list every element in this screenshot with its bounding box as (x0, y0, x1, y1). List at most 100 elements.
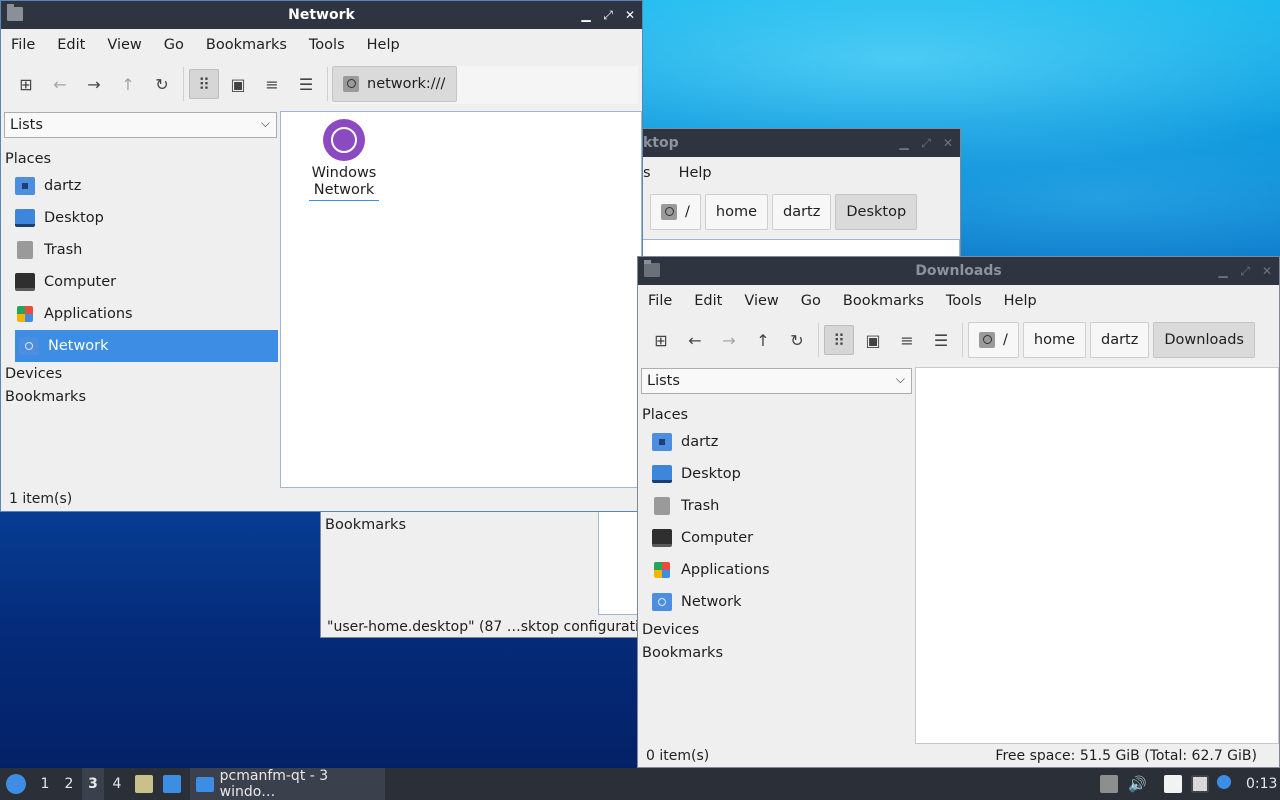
bookmarks-section[interactable]: Bookmarks (638, 641, 915, 664)
up-button[interactable]: ↑ (113, 69, 143, 99)
menu-go[interactable]: Go (801, 293, 821, 309)
menu-view[interactable]: View (107, 37, 141, 53)
file-view[interactable]: Windows Network (280, 111, 642, 488)
close-icon[interactable]: ✕ (942, 137, 954, 149)
place-desktop[interactable]: Desktop (638, 458, 915, 490)
place-computer[interactable]: Computer (638, 522, 915, 554)
menu-bookmarks[interactable]: Bookmarks (206, 37, 287, 53)
place-applications[interactable]: Applications (1, 298, 278, 330)
minimize-icon[interactable]: ▁ (1217, 265, 1229, 277)
devices-section[interactable]: Devices (638, 618, 915, 641)
new-tab-button[interactable]: ⊞ (646, 325, 676, 355)
place-network[interactable]: Network (638, 586, 915, 618)
crumb-root[interactable]: / (650, 194, 701, 230)
maximize-icon[interactable]: ⤢ (602, 9, 614, 21)
network-status-icon[interactable] (1191, 775, 1209, 793)
downloads-window[interactable]: Downloads ▁ ⤢ ✕ File Edit View Go Bookma… (637, 256, 1280, 768)
icon-view-button[interactable]: ⠿ (189, 69, 219, 99)
bookmarks-section[interactable]: Bookmarks (1, 385, 278, 408)
notification-icon[interactable] (1217, 775, 1231, 789)
downloads-window-titlebar[interactable]: Downloads ▁ ⤢ ✕ (638, 257, 1279, 285)
folder-icon (7, 4, 23, 21)
home-folder-icon (15, 177, 35, 195)
menu-tools[interactable]: Tools (309, 37, 345, 53)
reload-button[interactable]: ↻ (147, 69, 177, 99)
thumbnail-view-button[interactable]: ▣ (223, 69, 253, 99)
workspace-1[interactable]: 1 (34, 768, 56, 800)
close-icon[interactable]: ✕ (624, 9, 636, 21)
forward-button[interactable]: → (79, 69, 109, 99)
reload-button[interactable]: ↻ (782, 325, 812, 355)
menubar: File Edit View Go Bookmarks Tools Help (638, 285, 1279, 317)
menu-edit[interactable]: Edit (694, 293, 722, 309)
toolbar: ⊞ ← → ↑ ↻ ⠿ ▣ ≡ ☰ network:/// (1, 61, 642, 107)
new-tab-button[interactable]: ⊞ (11, 69, 41, 99)
task-button-pcmanfm[interactable]: pcmanfm-qt - 3 windo… (190, 768, 385, 800)
crumb-home[interactable]: home (704, 194, 768, 230)
menu-tools[interactable]: Tools (946, 293, 982, 309)
file-manager-launcher-icon[interactable] (135, 775, 153, 793)
place-network[interactable]: Network (15, 330, 278, 362)
network-window[interactable]: Network ▁ ⤢ ✕ File Edit View Go Bookmark… (0, 0, 643, 512)
show-desktop-icon[interactable] (163, 775, 181, 793)
place-computer[interactable]: Computer (1, 266, 278, 298)
main-menu-button[interactable] (4, 768, 28, 800)
thumbnail-view-button[interactable]: ▣ (858, 325, 888, 355)
file-item-windows-network[interactable]: Windows Network (309, 119, 379, 201)
place-dartz[interactable]: dartz (638, 426, 915, 458)
place-trash[interactable]: Trash (1, 234, 278, 266)
workspace-2[interactable]: 2 (58, 768, 80, 800)
back-button[interactable]: ← (680, 325, 710, 355)
menu-edit[interactable]: Edit (57, 37, 85, 53)
close-icon[interactable]: ✕ (1261, 265, 1273, 277)
menu-help[interactable]: Help (1004, 293, 1037, 309)
places-section[interactable]: Places (638, 403, 915, 426)
forward-button[interactable]: → (714, 325, 744, 355)
volume-icon[interactable]: 🔊 (1128, 768, 1147, 800)
location-crumb[interactable]: network:/// (332, 66, 457, 102)
place-trash[interactable]: Trash (638, 490, 915, 522)
clipboard-icon[interactable] (1164, 775, 1182, 793)
network-window-titlebar[interactable]: Network ▁ ⤢ ✕ (1, 1, 642, 29)
menu-fragment[interactable]: s (643, 165, 651, 181)
crumb-desktop[interactable]: Desktop (835, 194, 918, 230)
compact-view-button[interactable]: ≡ (892, 325, 922, 355)
minimize-icon[interactable]: ▁ (580, 9, 592, 21)
crumb-root[interactable]: / (968, 322, 1019, 358)
place-desktop[interactable]: Desktop (1, 202, 278, 234)
place-applications[interactable]: Applications (638, 554, 915, 586)
place-dartz[interactable]: dartz (1, 170, 278, 202)
maximize-icon[interactable]: ⤢ (920, 137, 932, 149)
crumb-dartz[interactable]: dartz (772, 194, 832, 230)
detail-view-button[interactable]: ☰ (291, 69, 321, 99)
places-section[interactable]: Places (1, 147, 278, 170)
side-pane-mode-select[interactable]: Lists ⌵ (4, 112, 277, 138)
workspace-4[interactable]: 4 (106, 768, 128, 800)
menu-go[interactable]: Go (164, 37, 184, 53)
clock[interactable]: 0:13 (1246, 768, 1277, 800)
eject-icon[interactable] (1100, 775, 1118, 793)
bookmarks-section[interactable]: Bookmarks (321, 513, 406, 536)
compact-view-button[interactable]: ≡ (257, 69, 287, 99)
menu-file[interactable]: File (648, 293, 672, 309)
toolbar-separator (183, 67, 184, 101)
up-button[interactable]: ↑ (748, 325, 778, 355)
menu-view[interactable]: View (744, 293, 778, 309)
back-button[interactable]: ← (45, 69, 75, 99)
menu-file[interactable]: File (11, 37, 35, 53)
workspace-3[interactable]: 3 (82, 768, 104, 800)
crumb-dartz[interactable]: dartz (1090, 322, 1150, 358)
file-view[interactable] (915, 367, 1279, 744)
icon-view-button[interactable]: ⠿ (824, 325, 854, 355)
crumb-downloads[interactable]: Downloads (1153, 322, 1255, 358)
menu-help[interactable]: Help (679, 165, 712, 181)
side-pane-mode-select[interactable]: Lists ⌵ (641, 368, 912, 394)
maximize-icon[interactable]: ⤢ (1239, 265, 1251, 277)
menu-help[interactable]: Help (367, 37, 400, 53)
detail-view-button[interactable]: ☰ (926, 325, 956, 355)
computer-icon (15, 273, 35, 291)
crumb-home[interactable]: home (1022, 322, 1086, 358)
menu-bookmarks[interactable]: Bookmarks (843, 293, 924, 309)
minimize-icon[interactable]: ▁ (898, 137, 910, 149)
devices-section[interactable]: Devices (1, 362, 278, 385)
